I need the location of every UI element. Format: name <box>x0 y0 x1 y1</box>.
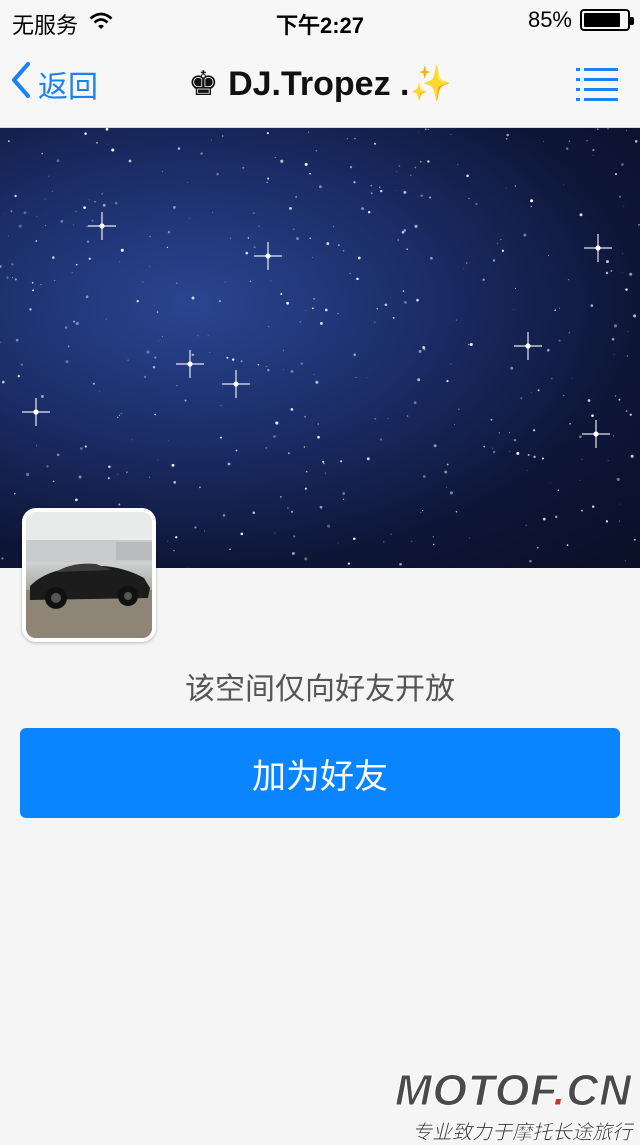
navigation-bar: 返回 ♚ DJ.Tropez .✨ <box>0 40 640 128</box>
car-icon <box>26 512 152 638</box>
menu-button[interactable] <box>576 66 618 107</box>
avatar-image <box>26 512 152 638</box>
access-notice: 该空间仅向好友开放 <box>185 673 455 706</box>
battery-percent: 85% <box>527 7 572 32</box>
status-bar: 无服务 下午2:27 85% <box>0 0 640 40</box>
watermark-logo: MOTOF.CN <box>395 1066 632 1116</box>
battery-cap <box>630 17 634 25</box>
add-friend-button[interactable]: 加为好友 <box>20 728 620 818</box>
watermark-tagline: 专业致力于摩托长途旅行 <box>412 1122 633 1145</box>
watermark-logo-dot: . <box>553 1066 567 1116</box>
battery-icon <box>580 9 634 31</box>
starfield-image <box>0 128 640 568</box>
watermark: MOTOF.CN 专业致力于摩托长途旅行 <box>395 1064 636 1145</box>
starfield-cover <box>0 128 640 568</box>
page-title: ♚ DJ.Tropez .✨ <box>188 65 452 103</box>
watermark-logo-suffix: CN <box>566 1066 632 1116</box>
status-right: 85% <box>527 7 634 33</box>
battery-fill <box>584 13 620 27</box>
menu-list-icon <box>576 68 618 106</box>
watermark-logo-prefix: MOTOF <box>395 1066 554 1116</box>
car-avatar[interactable] <box>22 508 156 642</box>
